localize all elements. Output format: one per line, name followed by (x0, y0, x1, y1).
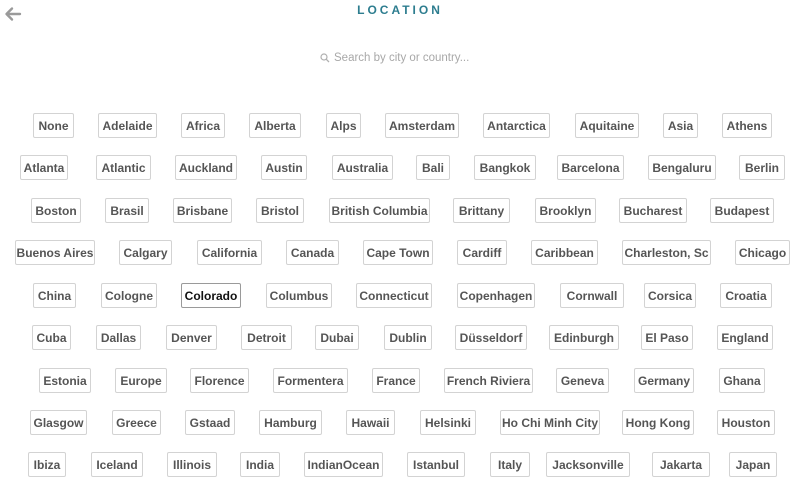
location-tag[interactable]: Florence (190, 368, 249, 393)
location-tag[interactable]: Bristol (256, 198, 304, 223)
location-tag[interactable]: IndianOcean (304, 452, 383, 477)
location-tag[interactable]: Japan (729, 452, 777, 477)
location-tag[interactable]: China (33, 283, 76, 308)
location-tag[interactable]: Corsica (644, 283, 696, 308)
location-tag[interactable]: Cornwall (560, 283, 624, 308)
location-tag[interactable]: Bengaluru (648, 155, 716, 180)
location-tag[interactable]: Aquitaine (575, 113, 639, 138)
location-tag[interactable]: Asia (663, 113, 698, 138)
location-tag[interactable]: Formentera (273, 368, 348, 393)
location-tag[interactable]: Chicago (735, 240, 790, 265)
location-tag[interactable]: Glasgow (30, 410, 87, 435)
location-tag[interactable]: Dubai (315, 325, 359, 350)
location-tag[interactable]: Africa (181, 113, 225, 138)
location-tag[interactable]: Jakarta (652, 452, 710, 477)
location-tag[interactable]: Adelaide (98, 113, 157, 138)
location-tag[interactable]: Ho Chi Minh City (500, 410, 600, 435)
location-tag[interactable]: Copenhagen (457, 283, 535, 308)
location-tag[interactable]: Istanbul (407, 452, 465, 477)
location-tag[interactable]: Athens (722, 113, 772, 138)
location-tag[interactable]: Canada (286, 240, 339, 265)
location-tag[interactable]: Cologne (101, 283, 157, 308)
location-tag[interactable]: Atlantic (96, 155, 151, 180)
location-tag[interactable]: Connecticut (356, 283, 432, 308)
location-tag[interactable]: Antarctica (483, 113, 550, 138)
location-tag[interactable]: Charleston, Sc (622, 240, 711, 265)
location-tag[interactable]: Austin (261, 155, 307, 180)
location-tag[interactable]: French Riviera (444, 368, 533, 393)
location-tag[interactable]: Alberta (249, 113, 301, 138)
location-tag[interactable]: Columbus (266, 283, 332, 308)
location-tag[interactable]: Colorado (181, 283, 241, 308)
location-tag[interactable]: Greece (112, 410, 161, 435)
location-tag[interactable]: Barcelona (557, 155, 624, 180)
location-tag[interactable]: Brooklyn (535, 198, 596, 223)
location-tag[interactable]: Düsseldorf (455, 325, 527, 350)
location-tag[interactable]: England (717, 325, 773, 350)
location-tag[interactable]: Caribbean (531, 240, 598, 265)
location-tag[interactable]: Berlin (739, 155, 785, 180)
location-tag[interactable]: California (197, 240, 262, 265)
location-tag[interactable]: Dublin (384, 325, 432, 350)
location-tag[interactable]: Bali (416, 155, 450, 180)
location-tag[interactable]: British Columbia (329, 198, 430, 223)
location-tag[interactable]: Brittany (453, 198, 510, 223)
location-tag[interactable]: Hamburg (259, 410, 322, 435)
location-tag[interactable]: Iceland (91, 452, 143, 477)
location-tag-list: None Adelaide Africa Alberta Alps Amsterdam An… (0, 0, 800, 477)
location-tag[interactable]: Australia (332, 155, 393, 180)
location-tag[interactable]: Ghana (719, 368, 765, 393)
location-tag[interactable]: Hawaii (346, 410, 395, 435)
location-tag[interactable]: Houston (717, 410, 775, 435)
location-tag[interactable]: Auckland (175, 155, 237, 180)
location-tag[interactable]: Germany (634, 368, 694, 393)
location-tag[interactable]: Italy (490, 452, 530, 477)
location-tag[interactable]: Bucharest (619, 198, 687, 223)
location-tag[interactable]: Bangkok (474, 155, 536, 180)
location-tag[interactable]: Cuba (32, 325, 71, 350)
location-tag[interactable]: Calgary (119, 240, 172, 265)
location-tag[interactable]: Dallas (96, 325, 141, 350)
location-tag[interactable]: Jacksonville (546, 452, 630, 477)
location-tag[interactable]: India (240, 452, 280, 477)
location-tag[interactable]: El Paso (641, 325, 693, 350)
location-tag[interactable]: Ibiza (28, 452, 66, 477)
location-tag[interactable]: Illinois (167, 452, 217, 477)
location-tag[interactable]: Buenos Aires (15, 240, 95, 265)
location-tag[interactable]: Hong Kong (622, 410, 694, 435)
location-tag[interactable]: Brasil (105, 198, 149, 223)
location-tag[interactable]: Estonia (39, 368, 91, 393)
location-tag[interactable]: France (372, 368, 420, 393)
location-tag[interactable]: Boston (31, 198, 81, 223)
location-tag[interactable]: Croatia (720, 283, 772, 308)
location-tag[interactable]: Europe (115, 368, 167, 393)
location-tag[interactable]: Edinburgh (549, 325, 619, 350)
location-tag[interactable]: Geneva (556, 368, 609, 393)
location-tag[interactable]: Amsterdam (385, 113, 459, 138)
location-tag[interactable]: Budapest (710, 198, 774, 223)
location-tag[interactable]: Helsinki (420, 410, 476, 435)
location-tag[interactable]: Denver (166, 325, 217, 350)
location-tag[interactable]: Detroit (241, 325, 292, 350)
location-tag[interactable]: Atlanta (20, 155, 68, 180)
location-tag[interactable]: Cardiff (457, 240, 507, 265)
location-tag[interactable]: Cape Town (363, 240, 433, 265)
location-tag[interactable]: Alps (326, 113, 361, 138)
location-tag[interactable]: Gstaad (185, 410, 235, 435)
location-tag[interactable]: None (33, 113, 74, 138)
location-tag[interactable]: Brisbane (173, 198, 232, 223)
